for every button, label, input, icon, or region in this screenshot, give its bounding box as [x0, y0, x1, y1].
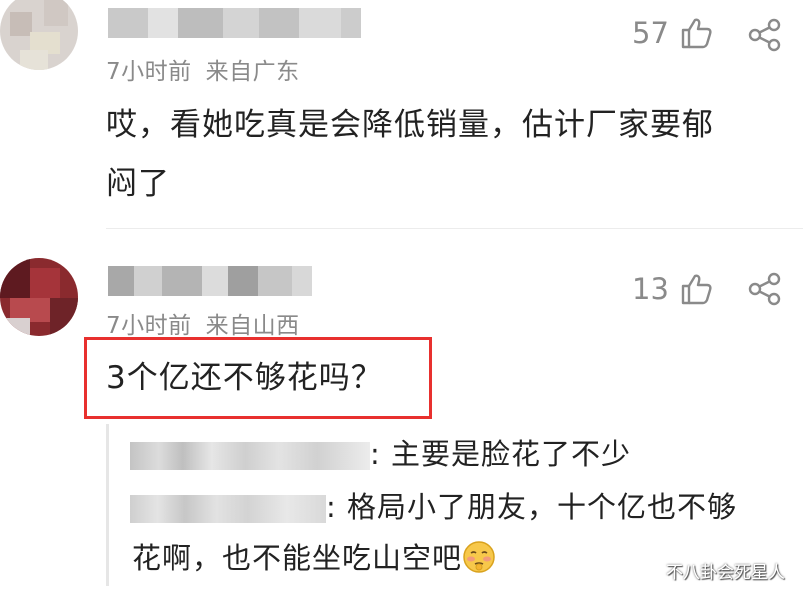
username-blurred[interactable]: [108, 8, 361, 38]
reply-text: : 格局小了朋友，十个亿也不够: [326, 490, 737, 524]
comment-text-line: 哎，看她吃真是会降低销量，估计厂家要郁: [106, 107, 714, 143]
reply-username-blurred[interactable]: [130, 442, 370, 470]
watermark: 不八卦会死星人: [666, 563, 785, 583]
comment-time: 7小时前: [106, 313, 192, 339]
comment-text: 哎，看她吃真是会降低销量，估计厂家要郁 闷了: [106, 96, 714, 214]
comment-text-line: 闷了: [106, 166, 170, 202]
like-count: 57: [632, 16, 669, 50]
username-blurred[interactable]: [108, 266, 312, 296]
like-button[interactable]: 57: [632, 16, 713, 50]
comment-location: 来自广东: [205, 59, 300, 85]
avatar[interactable]: [0, 258, 78, 336]
comment-time: 7小时前: [106, 59, 192, 85]
comment-text: 3个亿还不够花吗？: [106, 360, 383, 396]
comment-meta: 7小时前 来自广东: [106, 52, 300, 86]
avatar[interactable]: [0, 0, 78, 70]
reply-text: 花啊，也不能坐吃山空吧: [132, 541, 463, 575]
shy-face-emoji-icon: [463, 541, 495, 573]
reply-username-blurred[interactable]: [130, 495, 326, 523]
share-icon[interactable]: [748, 272, 782, 306]
reply-thread-bar: [106, 424, 109, 586]
like-count: 13: [632, 272, 669, 306]
like-button[interactable]: 13: [632, 272, 713, 306]
comment-meta: 7小时前 来自山西: [106, 306, 300, 340]
thumbs-up-icon: [681, 18, 712, 49]
divider: [106, 228, 803, 229]
reply-2: : 格局小了朋友，十个亿也不够: [130, 489, 737, 525]
share-icon[interactable]: [748, 18, 782, 52]
reply-text: : 主要是脸花了不少: [370, 437, 631, 471]
reply-2-continued: 花啊，也不能坐吃山空吧: [132, 540, 496, 576]
reply-1: : 主要是脸花了不少: [130, 436, 631, 472]
comment-location: 来自山西: [205, 313, 300, 339]
thumbs-up-icon: [681, 274, 712, 305]
